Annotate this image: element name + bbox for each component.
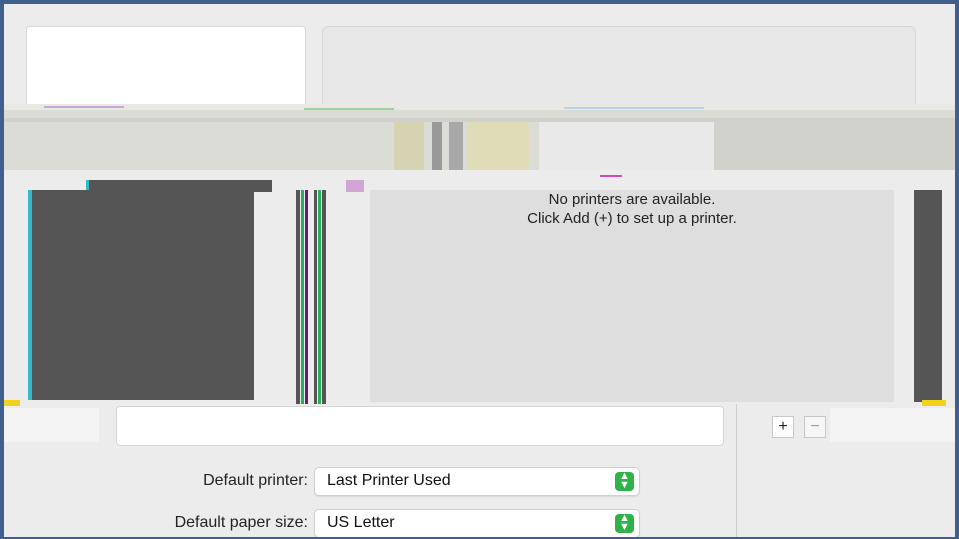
list-divider-artifacts — [296, 190, 336, 404]
up-down-stepper-icon: ▲ ▼ — [615, 471, 634, 491]
default-printer-select[interactable]: Last Printer Used ▲ ▼ — [314, 467, 640, 496]
right-scroll-area — [914, 190, 942, 402]
default-paper-size-value: US Letter — [327, 514, 395, 531]
up-down-stepper-icon: ▲ ▼ — [615, 513, 634, 533]
default-paper-size-select[interactable]: US Letter ▲ ▼ — [314, 509, 640, 537]
add-printer-button[interactable]: + — [772, 416, 794, 438]
empty-hint: Click Add (+) to set up a printer. — [527, 210, 737, 227]
artifact-yellow-right — [922, 400, 946, 406]
printer-list[interactable] — [28, 190, 254, 400]
default-paper-size-label: Default paper size: — [174, 514, 308, 531]
render-artifact-band — [4, 104, 955, 192]
footer-divider — [736, 404, 737, 537]
right-footer-strip — [830, 408, 955, 442]
empty-printers-message: No printers are available. Click Add (+)… — [370, 190, 894, 228]
left-footer-strip — [4, 408, 99, 442]
remove-printer-button[interactable]: − — [804, 416, 826, 438]
printers-settings-window: No printers are available. Click Add (+)… — [2, 2, 957, 539]
artifact-yellow-left — [4, 400, 20, 406]
empty-title: No printers are available. — [548, 191, 716, 208]
default-printer-value: Last Printer Used — [327, 472, 451, 489]
printer-name-field — [116, 406, 724, 446]
default-printer-label: Default printer: — [203, 472, 308, 489]
